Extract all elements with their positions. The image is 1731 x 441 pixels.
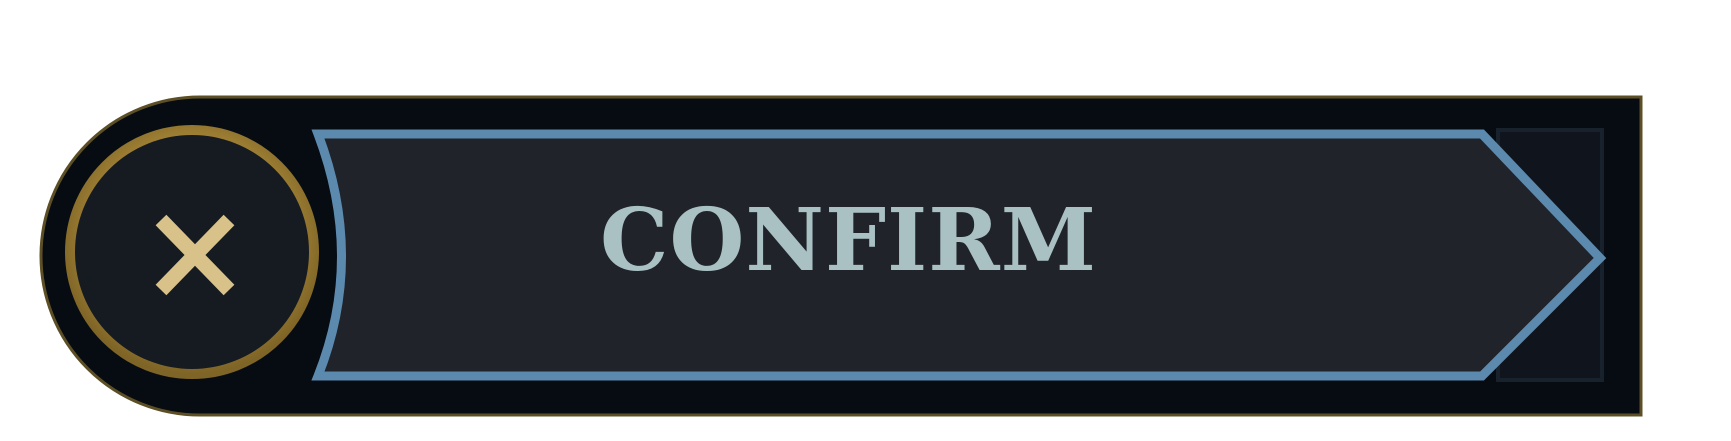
close-button[interactable] bbox=[66, 128, 318, 380]
confirm-dialog: CONFIRM bbox=[0, 0, 1731, 441]
confirm-button[interactable] bbox=[310, 134, 1600, 378]
